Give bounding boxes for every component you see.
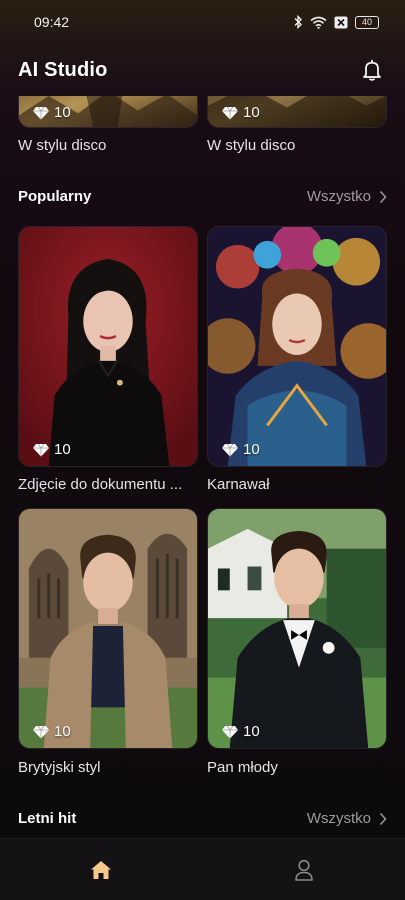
cost-badge: 10 <box>33 723 71 740</box>
see-all-label: Wszystko <box>306 810 371 827</box>
diamond-icon <box>33 725 49 738</box>
status-bar: 09:42 40 <box>0 0 405 44</box>
template-card-groom[interactable]: 10 <box>207 508 387 749</box>
cost-value: 10 <box>243 441 260 458</box>
template-caption: Pan młody <box>207 759 278 776</box>
see-all-label: Wszystko <box>306 188 371 205</box>
battery-icon: 40 <box>355 15 379 29</box>
cost-value: 10 <box>243 723 260 740</box>
cost-badge: 10 <box>33 104 71 121</box>
template-caption: Brytyjski styl <box>18 759 101 776</box>
diamond-icon <box>222 725 238 738</box>
see-all-button[interactable]: Wszystko <box>307 810 387 827</box>
nav-profile[interactable] <box>274 848 334 892</box>
bell-icon <box>363 59 381 81</box>
template-card-disco-1[interactable]: 10 <box>18 96 198 128</box>
status-icons: 40 <box>293 15 379 29</box>
cost-badge: 10 <box>222 104 260 121</box>
diamond-icon <box>222 106 238 119</box>
cost-value: 10 <box>54 441 71 458</box>
template-card-document-photo[interactable]: 10 <box>18 226 198 467</box>
cost-badge: 10 <box>33 441 71 458</box>
diamond-icon <box>222 443 238 456</box>
cost-badge: 10 <box>222 441 260 458</box>
section-title: Popularny <box>18 188 92 205</box>
template-caption: Zdjęcie do dokumentu ... <box>18 476 183 493</box>
cost-value: 10 <box>54 723 71 740</box>
see-all-button[interactable]: Wszystko <box>307 188 387 205</box>
section-title: Letni hit <box>18 810 77 827</box>
template-caption: Karnawał <box>207 476 270 493</box>
chevron-right-icon <box>379 812 387 825</box>
diamond-icon <box>33 443 49 456</box>
portrait-thumbnail <box>208 509 386 748</box>
section-header-popular: Popularny Wszystko <box>18 188 387 205</box>
status-time: 09:42 <box>34 14 70 30</box>
app-header: AI Studio <box>0 50 405 90</box>
sim-off-icon <box>334 16 348 28</box>
template-card-disco-2[interactable]: 10 <box>207 96 387 128</box>
profile-icon <box>294 859 313 881</box>
template-card-carnival[interactable]: 10 <box>207 226 387 467</box>
content-scroll[interactable]: 10 10 W stylu disco W stylu disco Popula… <box>0 96 405 838</box>
cost-badge: 10 <box>222 723 260 740</box>
cost-value: 10 <box>54 104 71 121</box>
template-caption: W stylu disco <box>18 137 107 154</box>
chevron-right-icon <box>379 190 387 203</box>
portrait-thumbnail <box>19 509 197 748</box>
template-card-british-style[interactable]: 10 <box>18 508 198 749</box>
diamond-icon <box>33 106 49 119</box>
home-icon <box>91 860 112 879</box>
notifications-button[interactable] <box>359 57 385 83</box>
template-caption: W stylu disco <box>207 137 296 154</box>
section-header-summer-hit: Letni hit Wszystko <box>18 810 387 827</box>
nav-home[interactable] <box>71 848 131 892</box>
wifi-icon <box>310 16 327 29</box>
portrait-thumbnail <box>208 227 386 466</box>
portrait-thumbnail <box>19 227 197 466</box>
app-title: AI Studio <box>18 58 108 81</box>
cost-value: 10 <box>243 104 260 121</box>
bluetooth-icon <box>294 15 302 29</box>
bottom-nav <box>0 838 405 900</box>
